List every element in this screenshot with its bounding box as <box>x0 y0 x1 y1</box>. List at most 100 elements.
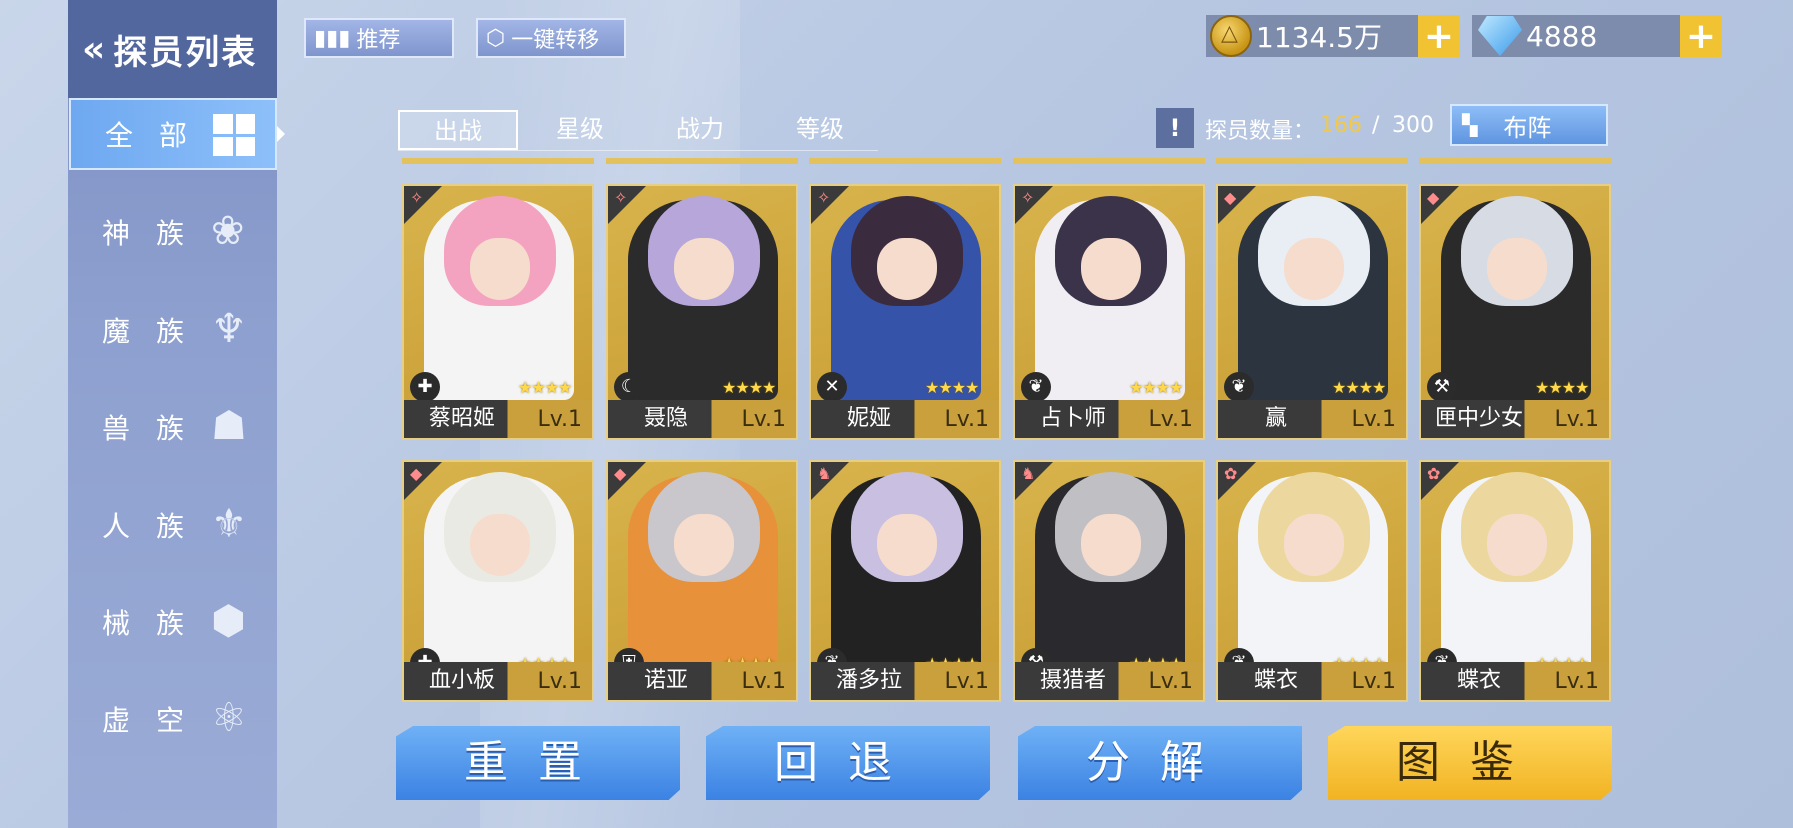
gold-coin-icon <box>1210 15 1252 57</box>
agent-card[interactable]: ✧ ✕ ★★★★ 妮娅 Lv.1 <box>809 184 1001 440</box>
decompose-button[interactable]: 分解 <box>1018 726 1302 800</box>
page-header: « 探员列表 <box>68 0 277 98</box>
reset-button[interactable]: 重置 <box>396 726 680 800</box>
star-rating: ★★★★ <box>1129 378 1183 397</box>
agent-count-max: 300 <box>1392 113 1434 138</box>
agent-level: Lv.1 <box>741 407 786 432</box>
agent-name: 蝶衣 <box>1253 668 1298 693</box>
faction-icon: ◆ <box>1427 188 1440 207</box>
agent-card[interactable]: ◆⛨★★★★诺亚Lv.1 <box>606 460 798 702</box>
sidebar-item-label: 虚空 <box>102 704 211 737</box>
agent-card[interactable]: ◆ ❦ ★★★★ 赢 Lv.1 <box>1216 184 1408 440</box>
agent-card[interactable]: ◆✚★★★★血小板Lv.1 <box>402 460 594 702</box>
agent-face <box>1081 238 1141 300</box>
agent-level: Lv.1 <box>1148 407 1193 432</box>
agent-level: Lv.1 <box>1351 407 1396 432</box>
agent-card[interactable]: ✧ ☾ ★★★★ 聂隐 Lv.1 <box>606 184 798 440</box>
sidebar-item-demon[interactable]: 魔族 ♆ <box>68 294 277 366</box>
agent-name: 蔡昭姬 <box>428 406 495 431</box>
tab-stars[interactable]: 星级 <box>520 110 640 150</box>
sidebar-item-beast[interactable]: 兽族 ☗ <box>68 391 277 463</box>
gold-amount: 1134.5万 <box>1256 21 1382 54</box>
sidebar-item-label: 神族 <box>102 217 211 250</box>
agent-face <box>877 238 937 300</box>
recommend-button[interactable]: ▮▮▮ 推荐 <box>304 18 454 58</box>
diamond-icon <box>1478 16 1522 56</box>
sidebar-item-god[interactable]: 神族 ❀ <box>68 196 277 268</box>
agent-count-current: 166 <box>1320 113 1362 138</box>
agent-face <box>1487 238 1547 300</box>
agent-name: 摄猎者 <box>1039 668 1106 693</box>
agent-card[interactable]: ✧ ✚ ★★★★ 蔡昭姬 Lv.1 <box>402 184 594 440</box>
lotus-icon: ❀ <box>211 208 271 254</box>
star-rating: ★★★★ <box>722 378 776 397</box>
info-button[interactable]: ! <box>1156 108 1194 148</box>
sidebar-item-label: 魔族 <box>102 315 211 348</box>
sidebar-item-human[interactable]: 人族 ⚜ <box>68 489 277 561</box>
agent-face <box>1487 514 1547 576</box>
sidebar-item-mech[interactable]: 械族 ⬢ <box>68 586 277 658</box>
transfer-button[interactable]: ⬡ 一键转移 <box>476 18 626 58</box>
sidebar: « 探员列表 全部 神族 ❀ 魔族 ♆ 兽族 ☗ 人族 ⚜ 械族 ⬢ 虚空 ⚛ <box>68 0 285 828</box>
agent-level: Lv.1 <box>1554 407 1599 432</box>
sidebar-item-void[interactable]: 虚空 ⚛ <box>68 683 277 755</box>
agent-face <box>674 514 734 576</box>
sidebar-item-label: 兽族 <box>102 412 211 445</box>
faction-icon: ✧ <box>410 188 424 207</box>
faction-icon: ♞ <box>1021 464 1036 483</box>
agent-face <box>470 514 530 576</box>
undo-button[interactable]: 回退 <box>706 726 990 800</box>
faction-icon: ♞ <box>817 464 832 483</box>
agent-count-separator: / <box>1372 113 1380 138</box>
star-rating: ★★★★ <box>518 378 572 397</box>
codex-button[interactable]: 图鉴 <box>1328 726 1612 800</box>
tab-underline <box>398 150 878 151</box>
agent-card[interactable]: ◆ ⚒ ★★★★ 匣中少女 Lv.1 <box>1419 184 1611 440</box>
agent-level: Lv.1 <box>1351 669 1396 694</box>
star-rating: ★★★★ <box>1535 378 1589 397</box>
class-icon: ⚒ <box>1427 372 1457 402</box>
transfer-icon: ⬡ <box>486 25 506 51</box>
tab-deploy[interactable]: 出战 <box>398 110 518 150</box>
agent-level: Lv.1 <box>1554 669 1599 694</box>
agent-card[interactable]: ✿❦★★★★蝶衣Lv.1 <box>1216 460 1408 702</box>
class-icon: ✚ <box>410 372 440 402</box>
formation-icon: ▚ <box>1462 113 1477 137</box>
agent-level: Lv.1 <box>741 669 786 694</box>
back-icon[interactable]: « <box>82 29 107 70</box>
sidebar-item-all[interactable]: 全部 <box>69 98 285 170</box>
agent-face <box>470 238 530 300</box>
add-diamond-button[interactable]: + <box>1680 15 1722 57</box>
agent-level: Lv.1 <box>1148 669 1193 694</box>
formation-label: 布阵 <box>1503 113 1552 142</box>
faction-icon: ◆ <box>614 464 627 483</box>
formation-button[interactable]: ▚ 布阵 <box>1450 104 1608 146</box>
agent-face <box>674 238 734 300</box>
agent-card[interactable]: ♞⚒★★★★摄猎者Lv.1 <box>1013 460 1205 702</box>
add-gold-button[interactable]: + <box>1418 15 1460 57</box>
class-icon: ☾ <box>614 372 644 402</box>
tab-power[interactable]: 战力 <box>640 110 760 150</box>
faction-icon: ✧ <box>817 188 831 207</box>
agent-card[interactable]: ✧ ❦ ★★★★ 占卜师 Lv.1 <box>1013 184 1205 440</box>
human-icon: ⚜ <box>211 501 273 547</box>
agent-name: 潘多拉 <box>835 668 902 693</box>
agent-name: 诺亚 <box>643 668 688 693</box>
agent-name: 赢 <box>1264 406 1287 431</box>
void-icon: ⚛ <box>211 695 273 741</box>
scrolled-row-edge <box>1216 158 1408 164</box>
scrolled-row-edge <box>809 158 1001 164</box>
agent-level: Lv.1 <box>944 669 989 694</box>
sidebar-item-label: 械族 <box>102 607 211 640</box>
beast-icon: ☗ <box>211 403 273 449</box>
agent-card[interactable]: ♞❦★★★★潘多拉Lv.1 <box>809 460 1001 702</box>
agent-card[interactable]: ✿❦★★★★蝶衣Lv.1 <box>1419 460 1611 702</box>
star-rating: ★★★★ <box>1332 378 1386 397</box>
faction-icon: ✧ <box>1021 188 1035 207</box>
sidebar-item-label: 人族 <box>102 510 211 543</box>
faction-icon: ✿ <box>1224 464 1238 483</box>
page-title: 探员列表 <box>113 32 258 73</box>
star-rating: ★★★★ <box>925 378 979 397</box>
tab-level[interactable]: 等级 <box>760 110 880 150</box>
agent-name: 蝶衣 <box>1456 668 1501 693</box>
